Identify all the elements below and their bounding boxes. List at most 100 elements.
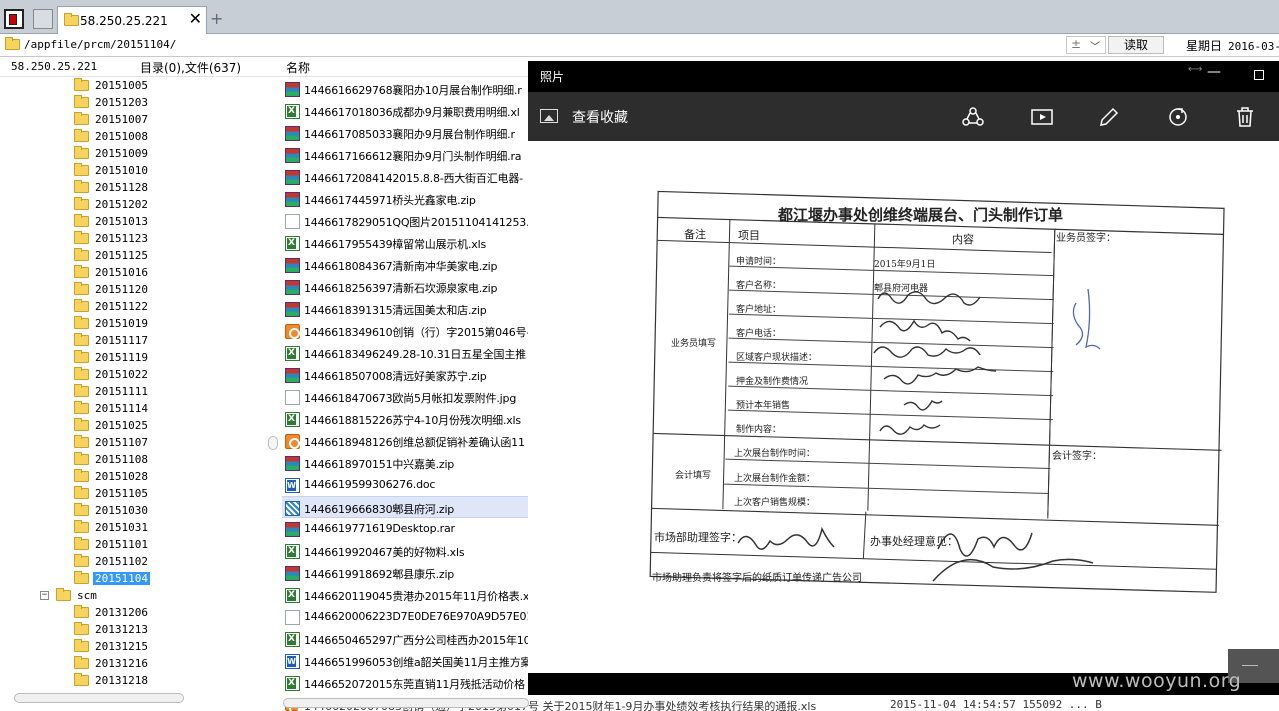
tree-horizontal-scrollbar[interactable]: [14, 693, 184, 703]
list-item[interactable]: 1446618349610创销（行）字2015第046号-: [282, 320, 528, 342]
list-item[interactable]: 1446617829051QQ图片20151104141253.jpg: [282, 210, 528, 232]
list-item[interactable]: 1446618349624​9.28-10.31日五星全国主推: [282, 342, 528, 364]
salesman-sign-label: 业务员签字：: [1056, 233, 1116, 244]
list-item[interactable]: 1446616629768襄阳办10月展台制作明细.r: [282, 78, 528, 100]
list-item[interactable]: 1446619918692郫县康乐.zip: [282, 562, 528, 584]
tree-item-label: 20151016: [95, 266, 148, 279]
view-collection-button[interactable]: 查看收藏: [572, 107, 628, 127]
list-item[interactable]: 1446619599306276.doc: [282, 474, 528, 496]
slideshow-icon[interactable]: [1031, 106, 1053, 128]
file-name: 1446651996053创维a韶关国美11月主推方案: [304, 656, 528, 669]
file-name: 1446618470673欧尚5月帐扣发票附件.jpg: [304, 392, 517, 405]
list-item[interactable]: 1446650465297广西分公司桂西办2015年10: [282, 628, 528, 650]
new-window-icon[interactable]: [33, 9, 53, 29]
weekday-label: 星期日: [1186, 39, 1223, 53]
date-display: 星期日 2016-03-0: [1186, 37, 1279, 54]
tab-server[interactable]: 58.250.25.221 ✕: [57, 6, 207, 34]
list-item[interactable]: 1446617085033襄阳办9月展台制作明细.r: [282, 122, 528, 144]
new-tab-icon[interactable]: +: [210, 9, 223, 28]
name-column-header[interactable]: 名称: [286, 59, 310, 76]
tree-item-label: 20151125: [95, 249, 148, 262]
orange-icon: [285, 434, 300, 449]
maximize-icon[interactable]: [1254, 70, 1264, 80]
tree-item-label: scm: [77, 589, 97, 602]
delete-icon[interactable]: [1234, 106, 1256, 128]
list-item[interactable]: 1446652072015东莞直销11月残抵活动价格: [282, 672, 528, 694]
address-bar: /appfile/prcm/20151104/ ± ﹀ 读取 星期日 2016-0…: [0, 35, 1279, 57]
list-item[interactable]: 1446618084367清新南冲华美家电.zip: [282, 254, 528, 276]
list-item[interactable]: 1446619920467美的好物料.xls: [282, 540, 528, 562]
list-item[interactable]: 1446618391315清远国美太和店.zip: [282, 298, 528, 320]
folder-icon: [5, 37, 20, 50]
file-name: 1446619599306276.doc: [304, 478, 436, 491]
share-icon[interactable]: [962, 106, 984, 128]
close-icon[interactable]: ✕: [189, 11, 202, 27]
chevron-down-icon[interactable]: ﹀: [1090, 38, 1100, 53]
xls-icon: [285, 346, 300, 361]
plus-minus-icon[interactable]: ±: [1071, 37, 1081, 51]
file-name: 1446618815226苏宁4-10月份残次明细.xls: [304, 414, 521, 427]
list-item[interactable]: 1446617018036成都办9月兼职费用明细.xl: [282, 100, 528, 122]
rotate-icon[interactable]: [1167, 106, 1189, 128]
tree-item-label: 20151120: [95, 283, 148, 296]
folder-tree: 20151005 20151203 20151007 20151008 20151009…: [0, 77, 280, 692]
row-label: 客户地址：: [736, 305, 782, 315]
server-ip: 58.250.25.221: [11, 60, 98, 73]
file-name: 1446618391315清远国美太和店.zip: [304, 304, 487, 317]
list-item[interactable]: 1446618815226苏宁4-10月份残次明细.xls: [282, 408, 528, 430]
rar-icon: [285, 170, 300, 185]
gallery-icon[interactable]: [540, 109, 558, 123]
file-name: 1446619920467美的好物料.xls: [304, 546, 465, 559]
folder-icon: [74, 129, 89, 142]
orange-icon: [285, 324, 300, 339]
edit-icon[interactable]: [1098, 106, 1120, 128]
tree-scrollbar[interactable]: [268, 436, 278, 450]
list-item[interactable]: 1446620006223D7E0DE76E970A9D57E0190B5: [282, 606, 528, 628]
folder-icon: [74, 299, 89, 312]
file-name: 1446652072015东莞直销11月残抵活动价格: [304, 678, 525, 691]
list-item[interactable]: 1446618970151中兴嘉美.zip: [282, 452, 528, 474]
list-item[interactable]: 1446618470673欧尚5月帐扣发票附件.jpg: [282, 386, 528, 408]
read-button[interactable]: 读取: [1108, 36, 1164, 54]
file-list-scrollbar[interactable]: [283, 698, 529, 708]
list-item[interactable]: 1446651996053创维a韶关国美11月主推方案: [282, 650, 528, 672]
list-item[interactable]: 1446619771619Desktop.rar: [282, 518, 528, 540]
app-menu-icon[interactable]: [4, 9, 24, 29]
col-item: 项目: [738, 229, 760, 242]
resize-icon[interactable]: ⟷: [1188, 64, 1202, 75]
list-item[interactable]: 1446618256397清新石坎源泉家电.zip: [282, 276, 528, 298]
folder-icon: [74, 282, 89, 295]
folder-icon: [74, 146, 89, 159]
app-window: 58.250.25.221 ✕ + /appfile/prcm/20151104…: [0, 0, 1279, 711]
tree-item-label: 20151128: [95, 181, 148, 194]
list-item[interactable]: 1446618948126创维总额促销补差确认函11: [282, 430, 528, 452]
accounting-sign-label: 会计签字：: [1052, 451, 1102, 462]
file-name: 1446620006223D7E0DE76E970A9D57E0190B5: [304, 610, 528, 623]
tree-item-scm[interactable]: − scm: [40, 587, 160, 604]
tab-bar: 58.250.25.221 ✕ +: [0, 0, 1279, 34]
tree-item-label: 20151007: [95, 113, 148, 126]
tree-item-label: 20151123: [95, 232, 148, 245]
xls-icon: [285, 412, 300, 427]
list-item[interactable]: 1446617166612襄阳办9月门头制作明细.ra: [282, 144, 528, 166]
tree-item-label: 20151022: [95, 368, 148, 381]
collapse-toggle-icon[interactable]: −: [40, 591, 49, 600]
list-item[interactable]: 1446618507008清远好美家苏宁.zip: [282, 364, 528, 386]
list-item[interactable]: 1446617445971桥头光鑫家电.zip: [282, 188, 528, 210]
tree-item-label: 20151203: [95, 96, 148, 109]
list-item[interactable]: 1446619666830郫县府河.zip: [282, 496, 528, 518]
row-label: 预计本年销售: [736, 401, 791, 411]
folder-icon: [74, 452, 89, 465]
path-input[interactable]: /appfile/prcm/20151104/: [24, 38, 176, 51]
jpg-icon: [285, 610, 300, 625]
list-item[interactable]: 1446620119045贵港办2015年11月价格表.x: [282, 584, 528, 606]
folder-icon: [74, 639, 89, 652]
list-item[interactable]: 1446617955439樟留常山展示机.xls: [282, 232, 528, 254]
tree-item-label: 20151013: [95, 215, 148, 228]
rar-icon: [285, 566, 300, 581]
tree-item-label: 20151105: [95, 487, 148, 500]
minimize-icon[interactable]: —: [1207, 64, 1221, 80]
acct-row-label: 上次客户销售规模：: [734, 498, 816, 508]
folder-icon: [74, 248, 89, 261]
list-item[interactable]: 1446617208414​2015.8.8-西大街百汇电器-: [282, 166, 528, 188]
